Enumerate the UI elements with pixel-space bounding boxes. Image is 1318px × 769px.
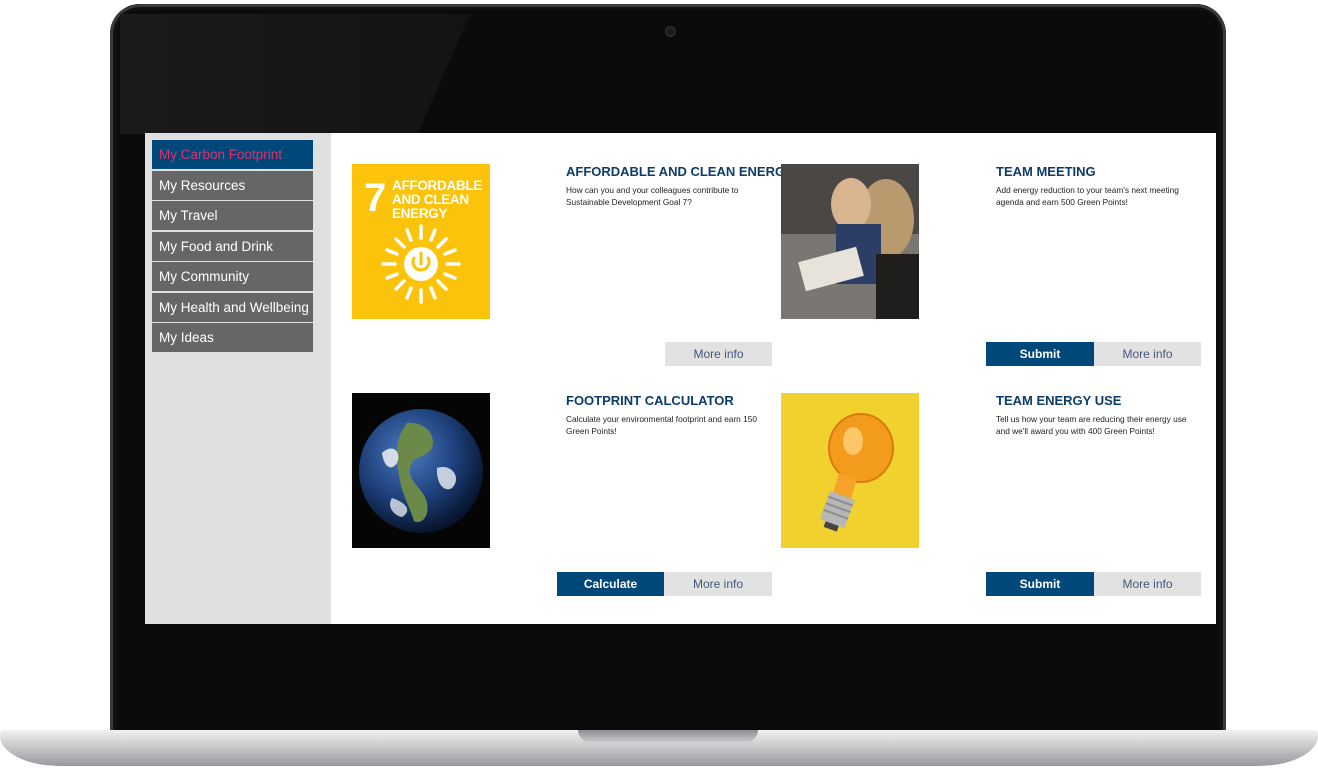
laptop-notch — [578, 730, 758, 742]
card-description-footprint-calculator: Calculate your environmental footprint a… — [566, 414, 757, 436]
sidebar-item-health-and-wellbeing[interactable]: My Health and Wellbeing — [152, 292, 313, 322]
submit-button-team-energy-use[interactable]: Submit — [986, 572, 1094, 596]
calculate-button[interactable]: Calculate — [557, 572, 664, 596]
card-description-affordable-energy: How can you and your colleagues contribu… — [566, 185, 739, 207]
sidebar-nav: My Carbon Footprint My Resources My Trav… — [152, 140, 313, 354]
app-screen: My Carbon Footprint My Resources My Trav… — [145, 133, 1216, 624]
light-bulb-graphic — [781, 393, 919, 548]
sidebar: My Carbon Footprint My Resources My Trav… — [145, 133, 331, 624]
more-info-button-team-energy-use[interactable]: More info — [1094, 572, 1201, 596]
more-info-button-footprint-calculator[interactable]: More info — [664, 572, 772, 596]
card-title-affordable-energy: AFFORDABLE AND CLEAN ENERGY — [566, 164, 794, 179]
screen-glare — [120, 14, 470, 134]
sidebar-item-community[interactable]: My Community — [152, 262, 313, 291]
card-title-team-energy-use: TEAM ENERGY USE — [996, 393, 1122, 408]
team-meeting-photo — [781, 164, 919, 319]
card-description-team-meeting: Add energy reduction to your team's next… — [996, 185, 1179, 207]
earth-graphic — [359, 409, 483, 533]
card-title-footprint-calculator: FOOTPRINT CALCULATOR — [566, 393, 734, 408]
sdg-7-icon: 7 AFFORDABLE AND CLEAN ENERGY — [352, 164, 490, 319]
sidebar-item-travel[interactable]: My Travel — [152, 201, 313, 230]
webcam — [665, 26, 676, 37]
submit-button-team-meeting[interactable]: Submit — [986, 342, 1094, 366]
sidebar-item-carbon-footprint[interactable]: My Carbon Footprint — [152, 140, 313, 169]
sidebar-item-ideas[interactable]: My Ideas — [152, 323, 313, 352]
card-title-team-meeting: TEAM MEETING — [996, 164, 1096, 179]
meeting-scene-graphic — [781, 164, 919, 319]
sidebar-item-resources[interactable]: My Resources — [152, 170, 313, 200]
light-bulb-photo — [781, 393, 919, 548]
card-description-team-energy-use: Tell us how your team are reducing their… — [996, 414, 1187, 436]
more-info-button-affordable-energy[interactable]: More info — [665, 342, 772, 366]
power-sun-icon — [381, 224, 461, 304]
sidebar-item-food-and-drink[interactable]: My Food and Drink — [152, 231, 313, 261]
earth-photo — [352, 393, 490, 548]
more-info-button-team-meeting[interactable]: More info — [1094, 342, 1201, 366]
